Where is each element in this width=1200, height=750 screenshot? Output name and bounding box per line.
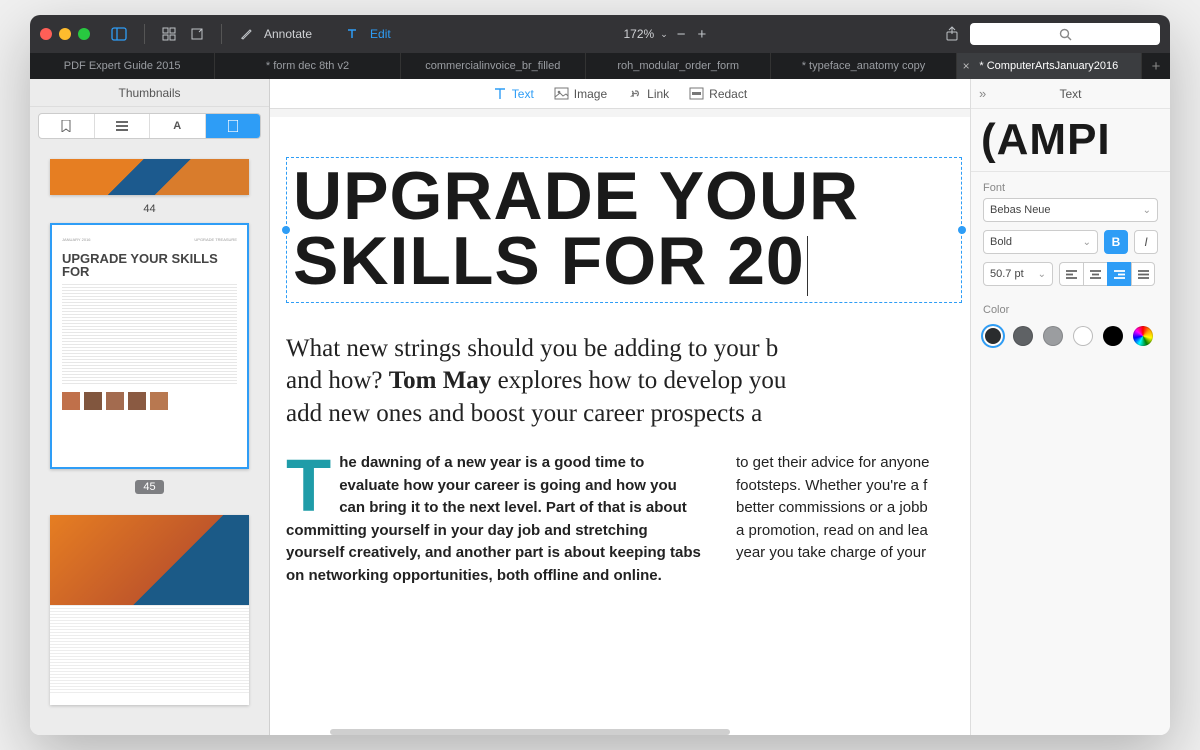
bookmarks-tab[interactable]: [39, 114, 95, 138]
bold-button[interactable]: B: [1104, 230, 1128, 254]
search-input[interactable]: [970, 23, 1160, 45]
align-justify-button[interactable]: [1131, 262, 1155, 286]
panel-back-icon[interactable]: »: [979, 86, 986, 101]
thumbnails-scroll[interactable]: 44 JANUARY 2016UPGRADE TREASURE UPGRADE …: [30, 145, 269, 735]
font-size-select[interactable]: 50.7 pt⌄: [983, 262, 1053, 286]
minimize-window-button[interactable]: [59, 28, 71, 40]
main-area: Thumbnails A 44 JANUARY 2016UPGRADE TREA…: [30, 79, 1170, 735]
color-swatch-5[interactable]: [1103, 326, 1123, 346]
edit-link-button[interactable]: Link: [627, 87, 669, 101]
edit-icon[interactable]: [342, 24, 362, 44]
align-left-button[interactable]: [1059, 262, 1083, 286]
color-swatch-2[interactable]: [1013, 326, 1033, 346]
edit-redact-button[interactable]: Redact: [689, 87, 747, 101]
tab-computer-arts[interactable]: ×* ComputerArtsJanuary2016: [957, 53, 1142, 79]
color-picker-button[interactable]: [1133, 326, 1153, 346]
annotate-icon[interactable]: [236, 24, 256, 44]
tab-roh-modular[interactable]: roh_modular_order_form: [586, 53, 771, 79]
italic-button[interactable]: I: [1134, 230, 1158, 254]
selection-handle-left[interactable]: [282, 226, 290, 234]
horizontal-scrollbar[interactable]: [330, 729, 730, 735]
thumbnail-label-44: 44: [50, 203, 249, 215]
export-icon[interactable]: [187, 24, 207, 44]
search-icon: [1059, 28, 1072, 41]
color-swatch-1[interactable]: [983, 326, 1003, 346]
edit-text-button[interactable]: Text: [493, 87, 534, 101]
thumbnails-tab[interactable]: [206, 114, 261, 138]
body-column-2: to get their advice for anyone footsteps…: [736, 452, 962, 587]
annotate-button[interactable]: Annotate: [264, 27, 312, 41]
tab-typeface-anatomy[interactable]: * typeface_anatomy copy: [771, 53, 956, 79]
zoom-in-button[interactable]: +: [695, 23, 710, 46]
text-properties-panel: » Text (AMPI Font Bebas Neue⌄ Bold⌄ B I …: [970, 79, 1170, 735]
thumbnail-page-45[interactable]: JANUARY 2016UPGRADE TREASURE UPGRADE YOU…: [50, 223, 249, 469]
body-columns: T he dawning of a new year is a good tim…: [286, 452, 962, 587]
tab-pdf-expert-guide[interactable]: PDF Expert Guide 2015: [30, 53, 215, 79]
app-window: Annotate Edit 172% ⌄ − + PDF Expert Guid…: [30, 15, 1170, 735]
headline-text[interactable]: UPGRADE YOUR SKILLS FOR 20: [293, 164, 955, 296]
sidebar-mode-tabs: A: [38, 113, 261, 139]
color-swatch-4[interactable]: [1073, 326, 1093, 346]
document-page[interactable]: UPGRADE YOUR SKILLS FOR 20 What new stri…: [270, 117, 970, 735]
panel-title: » Text: [971, 79, 1170, 109]
zoom-dropdown-icon[interactable]: ⌄: [660, 29, 668, 40]
font-family-select[interactable]: Bebas Neue⌄: [983, 198, 1158, 222]
sidebar-toggle-icon[interactable]: [108, 24, 130, 44]
thumbnail-label-45: 45: [135, 480, 163, 494]
chevron-down-icon: ⌄: [1143, 205, 1151, 216]
chevron-down-icon: ⌄: [1083, 237, 1091, 248]
body-column-1: T he dawning of a new year is a good tim…: [286, 452, 706, 587]
color-swatches: [971, 320, 1170, 352]
close-window-button[interactable]: [40, 28, 52, 40]
text-align-group: [1059, 262, 1158, 286]
thumbnail-page-46[interactable]: [50, 515, 249, 705]
color-swatch-3[interactable]: [1043, 326, 1063, 346]
new-tab-button[interactable]: +: [1142, 53, 1170, 79]
font-preview: (AMPI: [971, 109, 1170, 172]
maximize-window-button[interactable]: [78, 28, 90, 40]
thumbnail-page-44[interactable]: [50, 159, 249, 195]
annotations-tab[interactable]: A: [150, 114, 206, 138]
text-selection-box[interactable]: UPGRADE YOUR SKILLS FOR 20: [286, 157, 962, 303]
zoom-control: 172% ⌄ − +: [623, 23, 709, 46]
zoom-value[interactable]: 172%: [623, 27, 654, 41]
edit-image-button[interactable]: Image: [554, 87, 607, 101]
text-cursor: [807, 236, 808, 296]
color-section-label: Color: [971, 294, 1170, 320]
grid-view-icon[interactable]: [159, 24, 179, 44]
chevron-down-icon: ⌄: [1038, 269, 1046, 280]
align-center-button[interactable]: [1083, 262, 1107, 286]
window-controls: [40, 28, 90, 40]
tab-form-dec-8th[interactable]: * form dec 8th v2: [215, 53, 400, 79]
align-right-button[interactable]: [1107, 262, 1131, 286]
share-icon[interactable]: [942, 23, 962, 45]
intro-paragraph: What new strings should you be adding to…: [286, 333, 962, 431]
selection-handle-right[interactable]: [958, 226, 966, 234]
document-tabs: PDF Expert Guide 2015 * form dec 8th v2 …: [30, 53, 1170, 79]
dropcap: T: [286, 452, 339, 515]
thumbnails-title: Thumbnails: [30, 79, 269, 107]
zoom-out-button[interactable]: −: [674, 23, 689, 46]
titlebar: Annotate Edit 172% ⌄ − +: [30, 15, 1170, 53]
edit-toolbar: Text Image Link Redact: [270, 79, 970, 109]
edit-button[interactable]: Edit: [370, 27, 391, 41]
document-view: Text Image Link Redact: [270, 79, 970, 735]
close-tab-icon[interactable]: ×: [963, 59, 970, 73]
tab-commercial-invoice[interactable]: commercialinvoice_br_filled: [401, 53, 586, 79]
font-weight-select[interactable]: Bold⌄: [983, 230, 1098, 254]
thumbnails-panel: Thumbnails A 44 JANUARY 2016UPGRADE TREA…: [30, 79, 270, 735]
outline-tab[interactable]: [95, 114, 151, 138]
font-section-label: Font: [971, 172, 1170, 198]
